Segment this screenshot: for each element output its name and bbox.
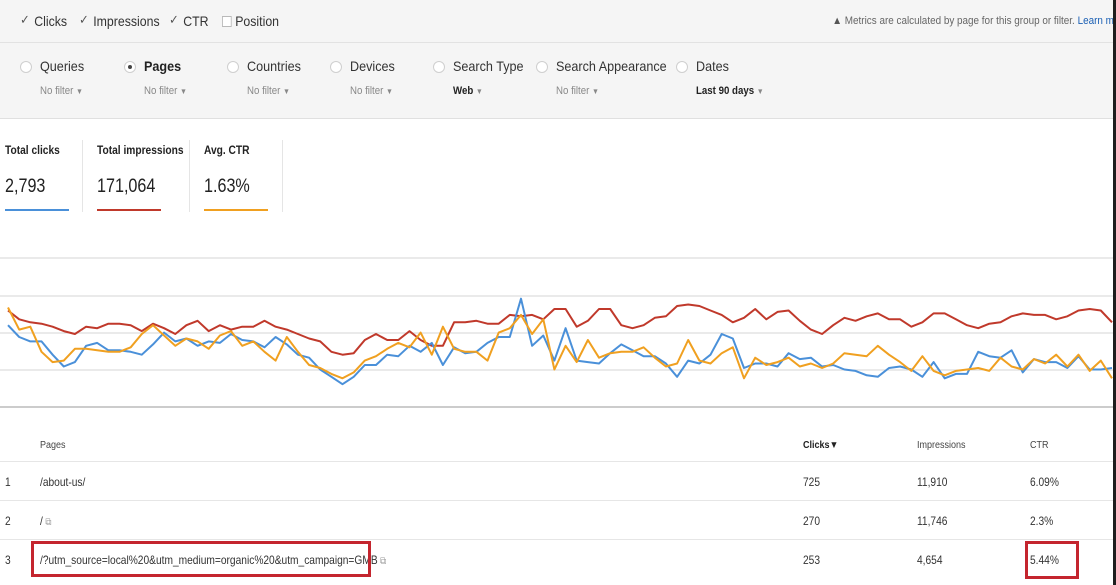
row-impressions: 11,746 (917, 514, 948, 528)
page-path: /about-us/ (40, 475, 86, 489)
caret-down-icon: ▼ (179, 87, 187, 96)
checkbox-label: Clicks (34, 13, 68, 29)
caret-down-icon: ▼ (756, 87, 764, 96)
metric-toggle-bar: Clicks Impressions CTR Position ▲Metrics… (0, 0, 1116, 43)
caret-down-icon: ▼ (475, 87, 483, 96)
caret-down-icon: ▼ (282, 87, 290, 96)
filter-label: Search Type (453, 58, 524, 74)
row-page-link[interactable]: / ⧉ (40, 514, 51, 528)
filter-label: Pages (144, 58, 182, 74)
filter-value[interactable]: No filter ▼ (556, 85, 599, 97)
row-ctr: 2.3% (1030, 514, 1054, 528)
dimension-filter-row: Queries No filter ▼ Pages No filter ▼ Coun… (0, 43, 1116, 119)
divider (189, 140, 190, 212)
filter-value[interactable]: No filter ▼ (40, 85, 83, 97)
filter-value[interactable]: Web ▼ (453, 85, 483, 97)
checkbox-label: CTR (183, 13, 209, 29)
stat-underline (204, 209, 268, 211)
caret-down-icon: ▼ (75, 87, 83, 96)
row-impressions: 11,910 (917, 475, 948, 489)
row-number: 3 (5, 553, 11, 567)
external-link-icon[interactable]: ⧉ (380, 556, 386, 567)
series-line-1 (7, 297, 1113, 386)
caret-down-icon: ▼ (385, 87, 393, 96)
row-clicks: 253 (803, 553, 821, 567)
row-number: 2 (5, 514, 11, 528)
table-row[interactable]: 2 /⧉ 270 11,746 2.3% (0, 501, 1116, 540)
caret-down-icon: ▼ (591, 87, 599, 96)
radio-icon (433, 61, 445, 73)
external-link-icon[interactable]: ⧉ (45, 517, 51, 528)
radio-icon (20, 61, 32, 73)
stat-label: Total clicks (5, 143, 60, 157)
checkbox-label: Position (235, 13, 280, 29)
performance-line-chart (0, 256, 1116, 408)
filter-value[interactable]: No filter ▼ (144, 85, 187, 97)
learn-more-link[interactable]: Learn m (1078, 15, 1114, 27)
checkbox-label: Impressions (93, 13, 160, 29)
column-header-ctr[interactable]: CTR (1030, 440, 1049, 451)
stat-underline (5, 209, 69, 211)
radio-selected-icon (124, 61, 136, 73)
table-row[interactable]: 1 /about-us/ 725 11,910 6.09% (0, 462, 1116, 501)
metrics-notice: ▲ Metrics are calculated by page for this… (832, 15, 1114, 27)
filter-label: Queries (40, 58, 85, 74)
clicks-checkbox[interactable]: Clicks (20, 12, 68, 30)
row-impressions: 4,654 (917, 553, 943, 567)
column-header-pages[interactable]: Pages (40, 440, 66, 451)
chart-canvas (0, 257, 1116, 408)
checkbox-checked-icon (20, 12, 31, 28)
row-ctr: 6.09% (1030, 475, 1059, 489)
filter-value[interactable]: No filter ▼ (247, 85, 290, 97)
radio-icon (676, 61, 688, 73)
checkbox-checked-icon (79, 12, 90, 28)
ctr-checkbox[interactable]: CTR (169, 12, 209, 30)
filter-value-text: No filter (144, 85, 178, 97)
filter-value-text: Web (453, 85, 474, 97)
stat-value: 2,793 (5, 176, 46, 197)
stat-total-clicks[interactable]: Total clicks 2,793 (5, 143, 71, 213)
filter-value-text: No filter (247, 85, 281, 97)
radio-icon (330, 61, 342, 73)
warning-icon: ▲ (832, 15, 843, 27)
filter-value[interactable]: Last 90 days ▼ (696, 85, 764, 97)
highlight-page-url (31, 541, 371, 577)
column-header-clicks[interactable]: Clicks▼ (803, 440, 838, 451)
stat-total-impressions[interactable]: Total impressions 171,064 (97, 143, 184, 213)
filter-value-text: No filter (350, 85, 384, 97)
checkbox-unchecked-icon (222, 15, 232, 27)
checkbox-checked-icon (169, 12, 180, 28)
filter-label: Countries (247, 58, 301, 74)
divider (282, 140, 283, 212)
filter-value-text: No filter (40, 85, 74, 97)
stat-value: 1.63% (204, 176, 250, 197)
radio-icon (227, 61, 239, 73)
stat-value: 171,064 (97, 176, 156, 197)
row-clicks: 725 (803, 475, 821, 489)
filter-label: Dates (696, 58, 729, 74)
row-page-link[interactable]: /about-us/ (40, 475, 85, 489)
table-header: Pages Clicks▼ Impressions CTR (0, 428, 1116, 462)
filter-label: Search Appearance (556, 58, 667, 74)
radio-icon (536, 61, 548, 73)
stat-label: Avg. CTR (204, 143, 250, 157)
row-number: 1 (5, 475, 11, 489)
filter-value-text: Last 90 days (696, 85, 755, 97)
filter-label: Devices (350, 58, 395, 74)
divider (82, 140, 83, 212)
filter-value[interactable]: No filter ▼ (350, 85, 393, 97)
stat-underline (97, 209, 161, 211)
stat-label: Total impressions (97, 143, 184, 157)
position-checkbox[interactable]: Position (222, 13, 279, 29)
highlight-ctr (1025, 541, 1079, 579)
row-clicks: 270 (803, 514, 821, 528)
notice-text: Metrics are calculated by page for this … (844, 15, 1075, 27)
page-path: / (40, 514, 43, 528)
stat-avg-ctr[interactable]: Avg. CTR 1.63% (204, 143, 274, 213)
column-header-impressions[interactable]: Impressions (917, 440, 966, 451)
filter-value-text: No filter (556, 85, 590, 97)
impressions-checkbox[interactable]: Impressions (79, 12, 160, 30)
